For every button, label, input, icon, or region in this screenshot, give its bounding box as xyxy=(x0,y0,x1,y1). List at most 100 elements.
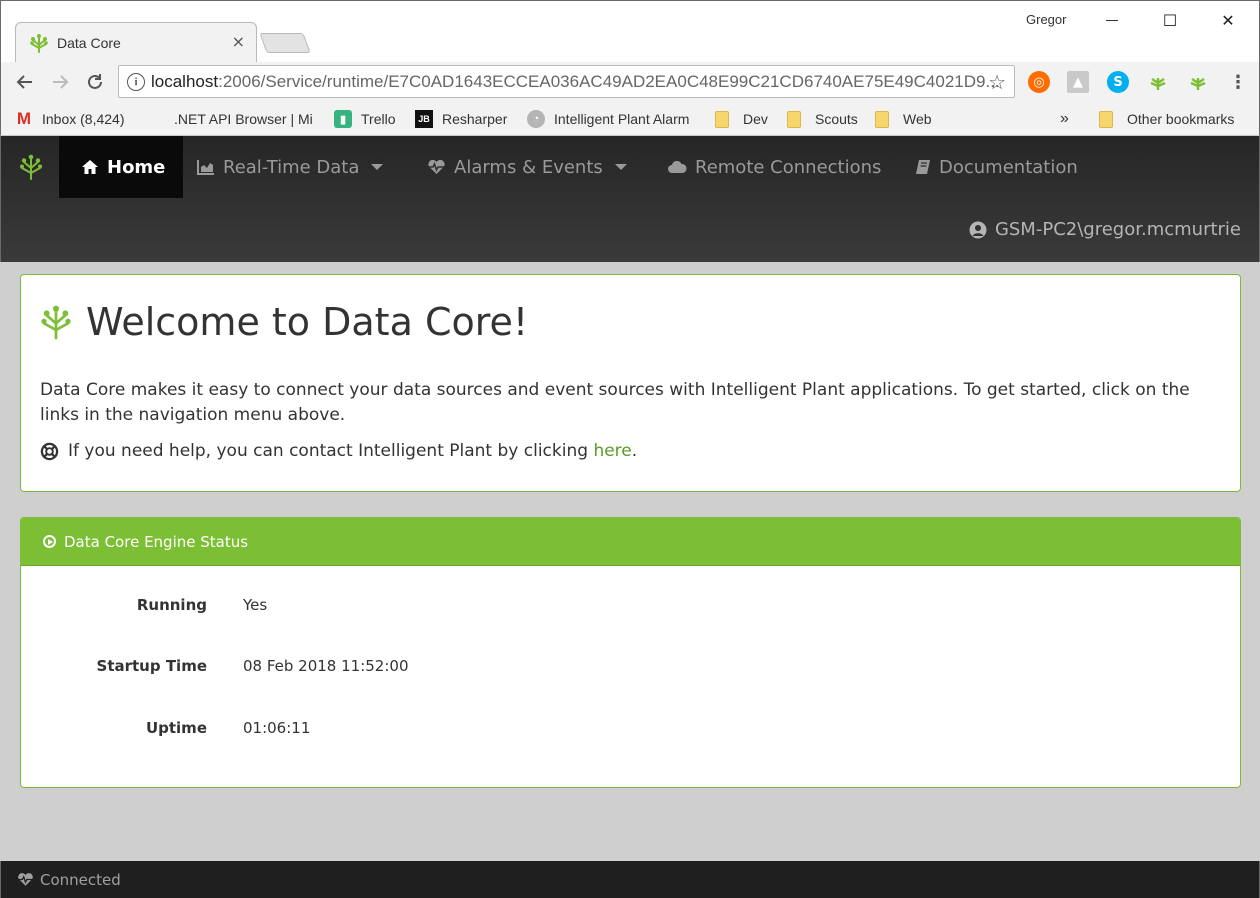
cloud-icon xyxy=(667,160,687,174)
new-tab-button[interactable] xyxy=(259,33,311,53)
heartbeat-icon xyxy=(17,873,34,886)
browser-titlebar: Data Core × Gregor — ☐ ✕ xyxy=(0,0,1260,63)
app-navbar: Home Real-Time Data Alarms & Events Remo… xyxy=(0,136,1260,262)
bookmark-inbox[interactable]: M Inbox (8,424) xyxy=(15,108,125,130)
bookmark-label: Web xyxy=(903,111,932,127)
close-window-button[interactable]: ✕ xyxy=(1205,7,1251,33)
forward-arrow-icon xyxy=(53,75,69,89)
tree-icon xyxy=(1150,78,1166,90)
nav-documentation[interactable]: Documentation xyxy=(915,136,1078,198)
engine-status-panel: Data Core Engine Status Running Yes Star… xyxy=(20,517,1241,788)
page-title-text: Welcome to Data Core! xyxy=(86,300,529,344)
lifebuoy-icon xyxy=(40,442,59,460)
plant-extension-icon[interactable] xyxy=(1147,71,1169,93)
back-button[interactable] xyxy=(13,70,37,94)
url-host: localhost xyxy=(151,71,219,91)
bookmark-label: Inbox (8,424) xyxy=(42,111,125,127)
status-value: 08 Feb 2018 11:52:00 xyxy=(243,657,409,675)
gmail-icon: M xyxy=(16,109,32,128)
bookmark-web[interactable]: Web xyxy=(875,108,932,130)
tab-title: Data Core xyxy=(57,34,121,51)
bookmark-net-api[interactable]: .NET API Browser | Mi xyxy=(146,108,316,130)
brand-logo-icon[interactable] xyxy=(19,154,43,180)
help-text: If you need help, you can contact Intell… xyxy=(68,441,594,461)
reload-button[interactable] xyxy=(83,70,107,94)
maximize-button[interactable]: ☐ xyxy=(1147,7,1193,33)
back-arrow-icon xyxy=(16,75,32,89)
nav-home[interactable]: Home xyxy=(59,136,184,198)
plant-extension-2-icon[interactable] xyxy=(1187,71,1209,93)
nav-real-time-data[interactable]: Real-Time Data xyxy=(197,136,384,198)
welcome-panel: Welcome to Data Core! Data Core makes it… xyxy=(20,274,1241,492)
play-circle-icon xyxy=(43,535,56,548)
user-account[interactable]: GSM-PC2\gregor.mcmurtrie xyxy=(969,219,1241,240)
bookmarks-bar: M Inbox (8,424) .NET API Browser | Mi ▮ … xyxy=(0,102,1260,136)
chevron-down-icon xyxy=(614,164,627,170)
nav-home-label: Home xyxy=(107,156,166,178)
minimize-icon: — xyxy=(1105,12,1119,28)
bookmark-label: Trello xyxy=(361,111,396,127)
nav-alarms-events-label: Alarms & Events xyxy=(454,156,603,178)
lifebuoy-extension-icon[interactable]: ◎ xyxy=(1028,71,1050,93)
bookmark-label: Dev xyxy=(743,111,768,127)
status-row-startup-time: Startup Time 08 Feb 2018 11:52:00 xyxy=(21,657,1240,681)
tree-logo-icon xyxy=(41,305,71,340)
bookmark-trello[interactable]: ▮ Trello xyxy=(334,108,396,130)
bookmark-label: Resharper xyxy=(442,111,508,127)
reload-icon xyxy=(88,74,102,89)
bookmark-label: Intelligent Plant Alarm xyxy=(554,111,690,127)
user-name: GSM-PC2\gregor.mcmurtrie xyxy=(994,219,1241,240)
folder-icon xyxy=(875,110,889,128)
help-suffix: . xyxy=(631,441,638,461)
status-label: Uptime xyxy=(145,719,207,737)
nav-remote-connections[interactable]: Remote Connections xyxy=(667,136,881,198)
help-link[interactable]: here xyxy=(593,441,631,461)
bookmark-star-icon[interactable]: ☆ xyxy=(988,70,1006,95)
nav-remote-connections-label: Remote Connections xyxy=(695,156,882,178)
menu-kebab-icon[interactable]: ⋮ xyxy=(1227,71,1249,93)
book-icon xyxy=(915,159,931,175)
minimize-button[interactable]: — xyxy=(1089,7,1135,33)
plant-alarm-icon: ◔ xyxy=(527,110,545,128)
bookmark-dev[interactable]: Dev xyxy=(715,108,768,130)
user-circle-icon xyxy=(969,221,987,238)
trello-icon: ▮ xyxy=(334,110,352,128)
bookmark-label: Scouts xyxy=(815,111,858,127)
tab-close-icon[interactable]: × xyxy=(232,33,245,51)
welcome-intro: Data Core makes it easy to connect your … xyxy=(40,380,1190,425)
nav-real-time-data-label: Real-Time Data xyxy=(223,156,360,178)
browser-toolbar: i localhost:2006/Service/runtime/E7C0AD1… xyxy=(0,62,1260,102)
address-bar[interactable]: i localhost:2006/Service/runtime/E7C0AD1… xyxy=(118,65,1015,98)
status-label: Startup Time xyxy=(96,657,207,675)
forward-button[interactable] xyxy=(48,70,72,94)
heartbeat-icon xyxy=(427,159,446,175)
page-title: Welcome to Data Core! xyxy=(40,299,1221,345)
bookmark-plant-alarm[interactable]: ◔ Intelligent Plant Alarm xyxy=(527,108,697,130)
status-value: 01:06:11 xyxy=(243,719,311,737)
folder-icon xyxy=(715,110,729,128)
bookmark-scouts[interactable]: Scouts xyxy=(787,108,858,130)
bookmarks-overflow-button[interactable]: » xyxy=(1060,108,1069,130)
folder-icon xyxy=(1099,110,1113,128)
chart-icon xyxy=(197,159,215,175)
browser-tab-content[interactable]: Data Core × xyxy=(15,22,257,63)
status-row-uptime: Uptime 01:06:11 xyxy=(21,719,1240,743)
home-icon xyxy=(81,159,99,175)
connection-status: Connected xyxy=(40,870,121,889)
profile-name[interactable]: Gregor xyxy=(1026,12,1066,27)
close-icon: ✕ xyxy=(1221,10,1235,30)
folder-icon xyxy=(787,110,801,128)
drive-extension-icon[interactable]: ▲ xyxy=(1067,71,1089,93)
bookmark-label: .NET API Browser | Mi xyxy=(174,111,313,127)
info-icon[interactable]: i xyxy=(127,73,145,91)
status-value: Yes xyxy=(243,596,268,614)
skype-extension-icon[interactable]: S xyxy=(1107,71,1129,93)
bookmark-resharper[interactable]: JB Resharper xyxy=(415,108,507,130)
nav-alarms-events[interactable]: Alarms & Events xyxy=(427,136,627,198)
status-row-running: Running Yes xyxy=(21,596,1240,620)
status-label: Running xyxy=(136,596,207,614)
help-line: If you need help, you can contact Intell… xyxy=(40,441,1221,461)
maximize-icon: ☐ xyxy=(1162,10,1178,30)
other-bookmarks[interactable]: Other bookmarks xyxy=(1099,108,1234,130)
tree-logo-icon xyxy=(30,33,48,53)
